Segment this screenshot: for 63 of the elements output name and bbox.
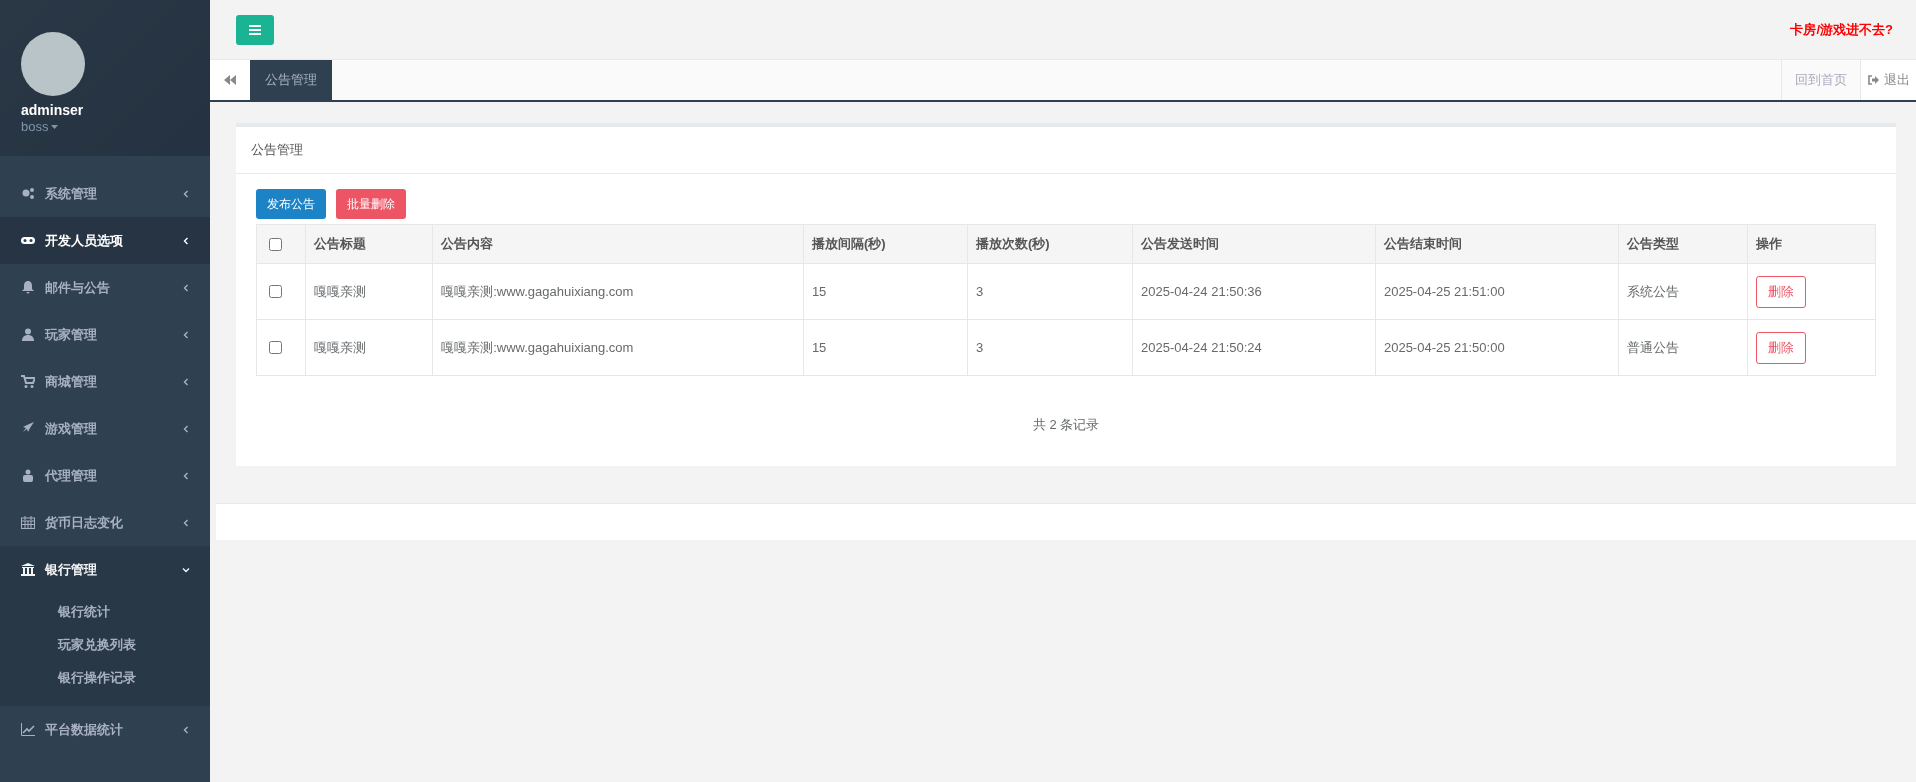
menu-item[interactable]: 商城管理 (0, 358, 210, 405)
panel-title: 公告管理 (236, 127, 1896, 174)
menu-icon (249, 24, 261, 35)
batch-delete-button[interactable]: 批量删除 (336, 189, 406, 219)
table-cell: 嘎嘎亲测:www.gagahuixiang.com (432, 263, 804, 320)
publish-button[interactable]: 发布公告 (256, 189, 326, 219)
delete-button[interactable]: 删除 (1756, 331, 1807, 364)
help-link[interactable]: 卡房/游戏进不去? (1790, 20, 1893, 39)
table-cell: 15 (803, 319, 968, 376)
caret-icon (51, 124, 59, 129)
menu-item[interactable]: 代理管理 (0, 452, 210, 499)
cart-icon (21, 375, 35, 388)
column-header: 公告结束时间 (1375, 224, 1619, 264)
logout-button[interactable]: 退出 (1860, 60, 1916, 100)
menu-item[interactable]: 游戏管理 (0, 405, 210, 452)
table-cell: 2025-04-24 21:50:24 (1132, 319, 1376, 376)
table-cell: 普通公告 (1618, 319, 1748, 376)
submenu-item[interactable]: 银行统计 (0, 595, 110, 628)
logout-label: 退出 (1884, 71, 1910, 89)
scroll-left-button[interactable] (210, 60, 250, 100)
menu-item[interactable]: 货币日志变化 (0, 499, 210, 546)
table-cell: 2025-04-25 21:51:00 (1375, 263, 1619, 320)
table-cell: 系统公告 (1618, 263, 1748, 320)
submenu-item[interactable]: 玩家兑换列表 (0, 628, 136, 661)
submenu-item[interactable]: 银行操作记录 (0, 661, 136, 694)
column-header: 公告发送时间 (1132, 224, 1376, 264)
column-header: 公告内容 (432, 224, 804, 264)
table-cell: 3 (967, 263, 1133, 320)
column-header: 公告标题 (305, 224, 433, 264)
delete-button[interactable]: 删除 (1756, 275, 1807, 308)
table-cell: 嘎嘎亲测 (305, 263, 433, 320)
menu-item[interactable]: 开发人员选项 (0, 217, 210, 264)
column-header: 公告类型 (1618, 224, 1748, 264)
table-cell: 2025-04-24 21:50:36 (1132, 263, 1376, 320)
role-dropdown[interactable]: boss (21, 119, 59, 134)
user-icon (21, 328, 35, 341)
line-chart-icon (21, 723, 35, 736)
column-header: 操作 (1747, 224, 1876, 264)
double-left-arrow-icon (224, 75, 236, 85)
select-all-checkbox[interactable] (269, 237, 282, 251)
table-cell: 嘎嘎亲测:www.gagahuixiang.com (432, 319, 804, 376)
bell-icon (21, 281, 35, 294)
record-count: 共 2 条记录 (1032, 417, 1100, 432)
table-cell: 2025-04-25 21:50:00 (1375, 319, 1619, 376)
column-header: 播放间隔(秒) (803, 224, 968, 264)
table-cell: 3 (967, 319, 1133, 376)
menu-toggle-button[interactable] (236, 14, 274, 45)
gamepad-icon (21, 234, 35, 247)
menu-item[interactable]: 玩家管理 (0, 311, 210, 358)
page-tab[interactable]: 公告管理 (250, 60, 332, 100)
user-name: adminser (21, 102, 85, 118)
calendar-icon (21, 516, 35, 529)
column-header: 播放次数(秒) (967, 224, 1133, 264)
bank-icon (21, 563, 35, 576)
menu-item[interactable]: 系统管理 (0, 170, 210, 217)
menu-item[interactable]: 邮件与公告 (0, 264, 210, 311)
menu-item[interactable]: 平台数据统计 (0, 706, 210, 753)
row-checkbox[interactable] (269, 341, 282, 354)
table-cell: 嘎嘎亲测 (305, 319, 433, 376)
row-checkbox[interactable] (269, 285, 282, 298)
table-cell: 15 (803, 263, 968, 320)
sign-out-icon (1868, 75, 1879, 85)
menu-item[interactable]: 银行管理 (0, 546, 210, 593)
